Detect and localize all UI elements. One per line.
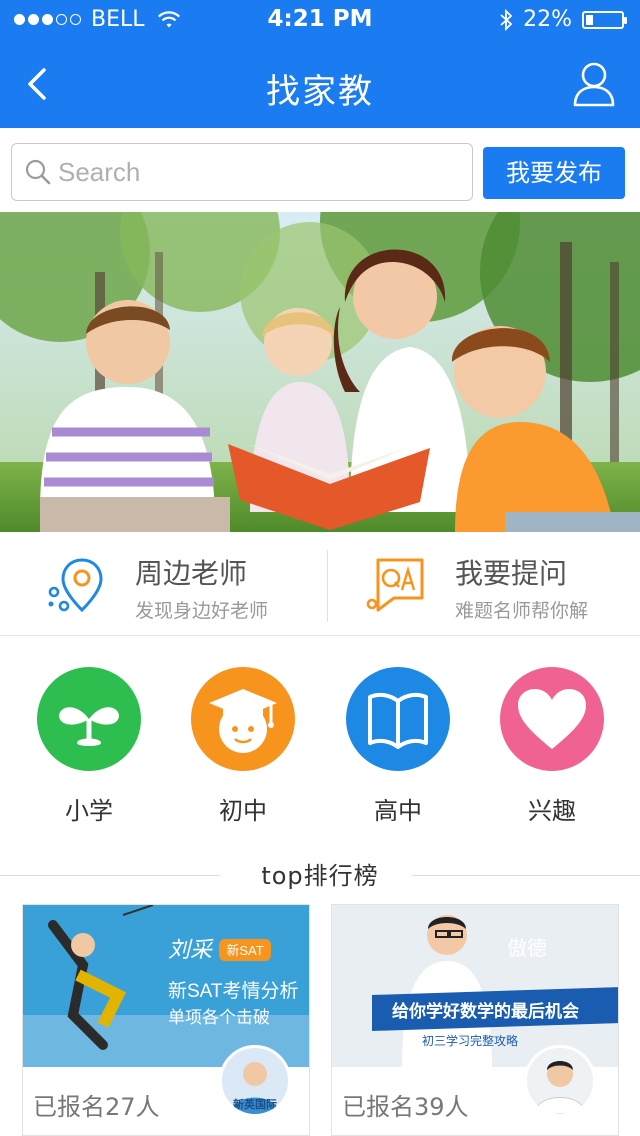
feature-title: 周边老师 — [135, 557, 248, 590]
category-label: 兴趣 — [528, 797, 576, 825]
thumb-name: 刘采 — [168, 937, 214, 962]
thumb-name: 傲德 — [507, 937, 547, 960]
thumb-subline: 单项各个击破 — [168, 1008, 270, 1027]
thumb-badge: 新SAT — [226, 943, 263, 958]
qa-icon — [366, 558, 424, 612]
status-bar: BELL 4:21 PM 22% — [0, 0, 640, 40]
thumb-headline: 给你学好数学的最后机会 — [392, 1001, 579, 1021]
ask-question-entry[interactable]: 我要提问 难题名师帮你解 — [320, 532, 640, 636]
teacher-avatar[interactable]: 新英国际 — [219, 1045, 291, 1117]
navigation-bar: 找家教 — [0, 40, 640, 128]
nearby-teachers-entry[interactable]: 周边老师 发现身边好老师 — [0, 532, 320, 636]
course-thumbnail: 刘采 新SAT 新SAT考情分析 单项各个击破 — [23, 905, 309, 1067]
feature-panel: 周边老师 发现身边好老师 我要提问 难题名师帮你解 — [0, 532, 640, 636]
divider-line — [412, 875, 640, 876]
search-input[interactable] — [58, 154, 458, 190]
page-title: 找家教 — [266, 72, 374, 112]
category-label: 小学 — [65, 797, 113, 825]
sprout-icon — [37, 667, 141, 771]
ranking-title: top排行榜 — [261, 862, 379, 890]
battery-percent: 22% — [523, 7, 572, 32]
search-field[interactable] — [11, 143, 473, 201]
book-icon — [346, 667, 450, 771]
feature-subtitle: 难题名师帮你解 — [455, 600, 589, 622]
category-interest[interactable]: 兴趣 — [497, 667, 607, 826]
enrollment-count: 已报名39人 — [342, 1093, 469, 1121]
heart-icon — [500, 667, 604, 771]
category-junior-high[interactable]: 初中 — [188, 667, 298, 826]
graduation-cap-icon — [191, 667, 295, 771]
search-icon — [25, 159, 51, 185]
banner-image[interactable] — [0, 212, 640, 532]
thumb-headline: 新SAT考情分析 — [168, 980, 299, 1002]
ranking-cards: 刘采 新SAT 新SAT考情分析 单项各个击破 已报名27人 新英国际 傲德 给… — [0, 904, 640, 1136]
bluetooth-icon — [500, 8, 513, 31]
feature-title: 我要提问 — [455, 557, 568, 590]
course-card[interactable]: 傲德 给你学好数学的最后机会 初三学习完整攻略 已报名39人 — [331, 904, 619, 1136]
course-thumbnail: 傲德 给你学好数学的最后机会 初三学习完整攻略 — [332, 905, 618, 1067]
enrollment-count: 已报名27人 — [33, 1093, 160, 1121]
teacher-avatar[interactable] — [524, 1045, 596, 1117]
banner-photo — [0, 212, 640, 532]
category-label: 初中 — [219, 797, 267, 825]
category-senior-high[interactable]: 高中 — [343, 667, 453, 826]
category-grid: 小学 初中 高中 兴趣 — [0, 637, 640, 847]
avatar-text: 新英国际 — [233, 1097, 277, 1111]
category-label: 高中 — [374, 797, 422, 825]
location-pin-icon — [48, 558, 103, 613]
feature-subtitle: 发现身边好老师 — [135, 600, 269, 622]
category-primary-school[interactable]: 小学 — [34, 667, 144, 826]
search-bar: 我要发布 — [0, 128, 640, 212]
publish-button[interactable]: 我要发布 — [483, 147, 625, 199]
ranking-header: top排行榜 — [0, 850, 640, 890]
thumb-subline: 初三学习完整攻略 — [422, 1033, 518, 1048]
course-card[interactable]: 刘采 新SAT 新SAT考情分析 单项各个击破 已报名27人 新英国际 — [22, 904, 310, 1136]
battery-icon — [582, 10, 627, 29]
user-profile-icon[interactable] — [572, 60, 616, 108]
